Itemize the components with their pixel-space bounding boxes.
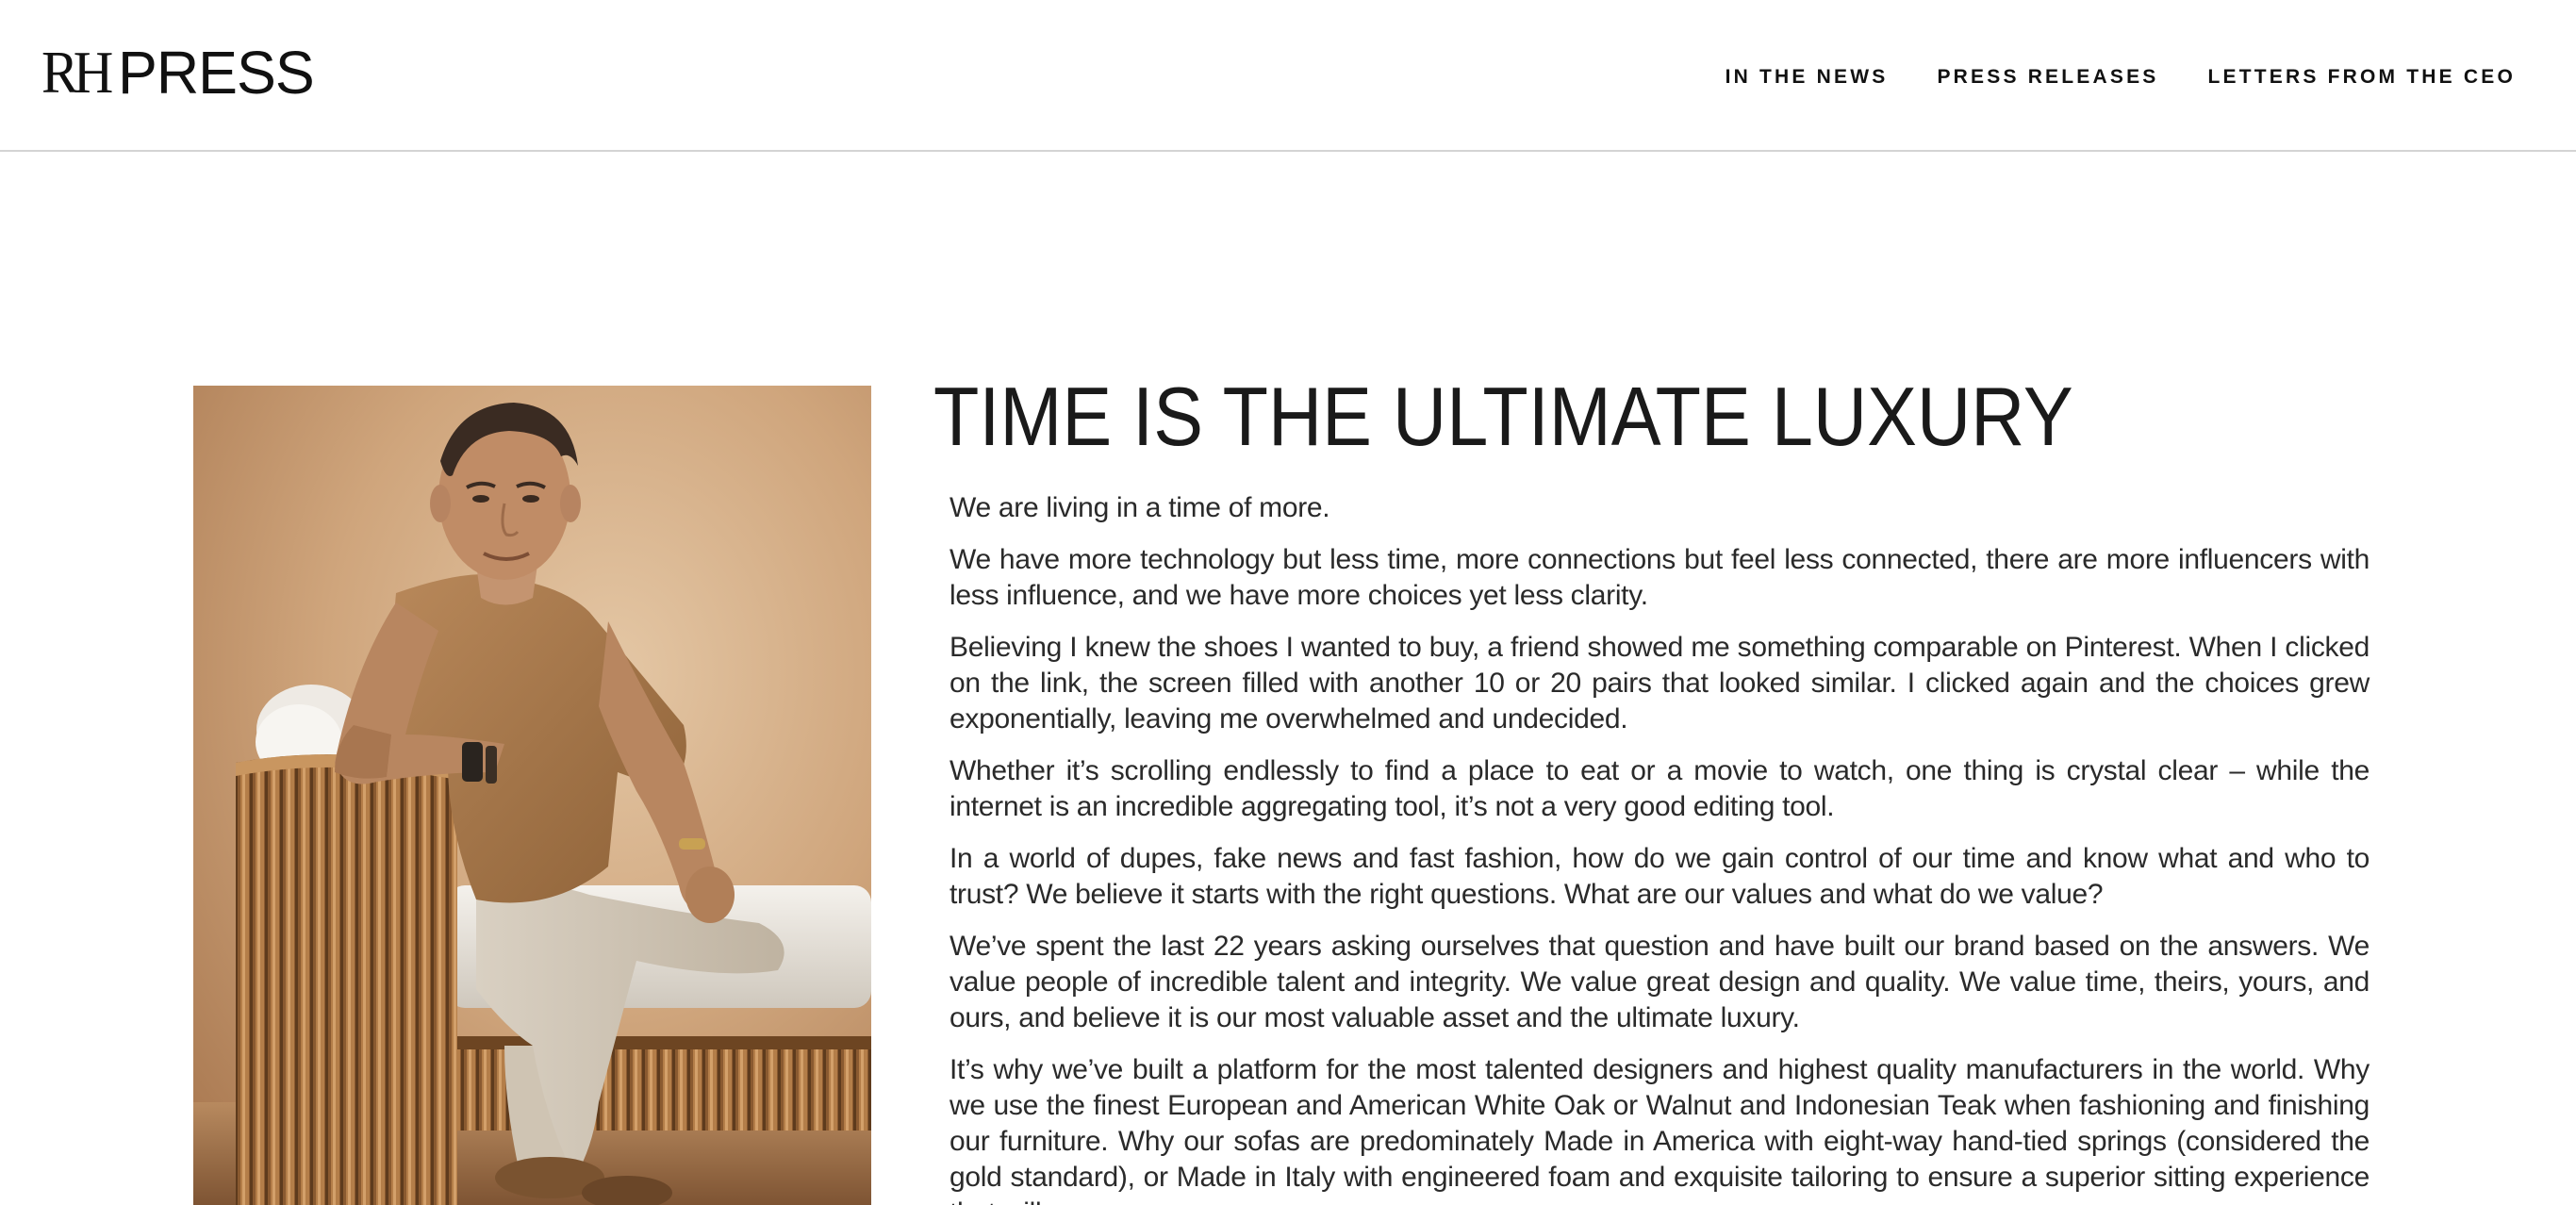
article-body: We are living in a time of more. We have… [949,490,2370,1205]
logo-rh-mark: RH [41,39,113,106]
article-paragraph: It’s why we’ve built a platform for the … [949,1054,2370,1205]
nav-in-the-news[interactable]: IN THE NEWS [1726,58,1889,96]
article-paragraph: We are living in a time of more. [949,492,1330,523]
ceo-portrait-photo [193,386,871,1205]
article-paragraph: In a world of dupes, fake news and fast … [949,843,2370,910]
article-paragraph: Believing I knew the shoes I wanted to b… [949,632,2370,735]
article-paragraph: We’ve spent the last 22 years asking our… [949,931,2370,1033]
rh-press-logo[interactable]: RH PRESS [41,39,318,107]
logo-press-wordmark: PRESS [117,39,315,107]
article-paragraph: Whether it’s scrolling endlessly to find… [949,755,2370,822]
article-title: TIME IS THE ULTIMATE LUXURY [933,370,2073,463]
nav-press-releases[interactable]: PRESS RELEASES [1937,58,2158,96]
main-nav: IN THE NEWS PRESS RELEASES LETTERS FROM … [1726,58,2516,96]
nav-letters-from-the-ceo[interactable]: LETTERS FROM THE CEO [2208,58,2517,96]
site-header: RH PRESS IN THE NEWS PRESS RELEASES LETT… [0,0,2576,152]
article-paragraph: We have more technology but less time, m… [949,544,2370,611]
